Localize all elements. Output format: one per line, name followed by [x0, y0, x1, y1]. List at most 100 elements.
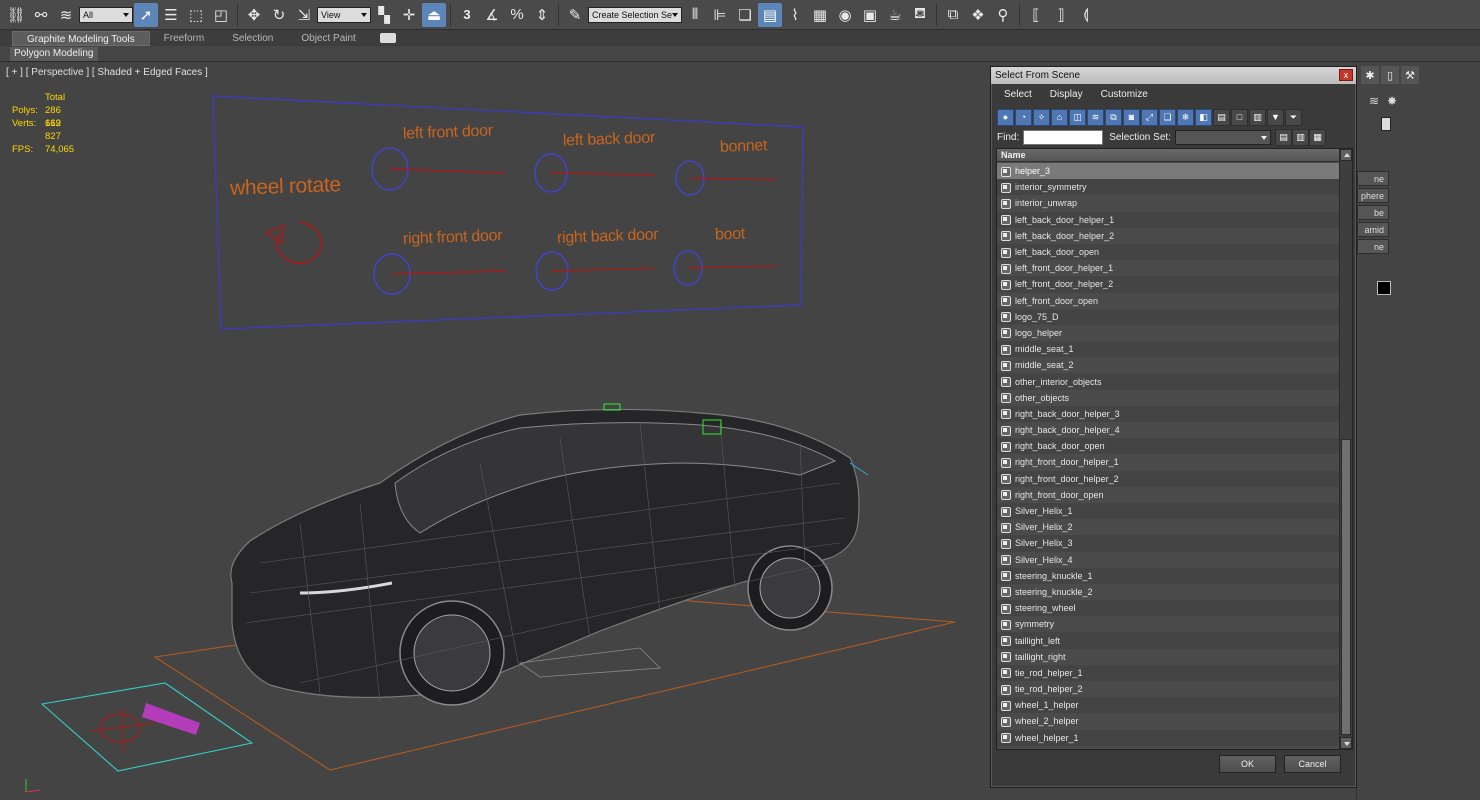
close-icon[interactable]: x — [1339, 69, 1353, 81]
list-item[interactable]: Silver_Helix_3 — [997, 535, 1340, 552]
list-item[interactable]: symmetry — [997, 616, 1340, 633]
list-item[interactable]: Silver_Helix_4 — [997, 551, 1340, 568]
rendered-frame-window-icon[interactable]: ☕ — [883, 3, 907, 27]
helper-label-right-front-door[interactable]: right front door — [403, 227, 503, 248]
pivot-center-icon[interactable]: ▚ — [372, 3, 396, 27]
car-model[interactable] — [230, 403, 869, 706]
scale-icon[interactable]: ⇲ — [292, 3, 316, 27]
list-item[interactable]: left_back_door_open — [997, 243, 1340, 261]
column-header-name[interactable]: Name — [997, 149, 1341, 162]
list-item[interactable]: interior_symmetry — [997, 179, 1340, 196]
list-item[interactable]: Silver_Helix_2 — [997, 519, 1340, 536]
spinner-snap-icon[interactable]: ⇕ — [530, 3, 554, 27]
create-selection-set-icon[interactable]: ▤ — [1274, 128, 1292, 146]
reference-coordinate-dropdown[interactable]: View — [317, 6, 371, 23]
polygon-modeling-tab[interactable]: Polygon Modeling — [10, 47, 98, 61]
tab-object-paint[interactable]: Object Paint — [287, 31, 369, 46]
helper-label-bonnet[interactable]: bonnet — [720, 137, 768, 157]
object-type-button-3[interactable]: be — [1357, 205, 1389, 220]
list-item[interactable]: right_back_door_open — [997, 438, 1340, 455]
list-item[interactable]: left_front_door_open — [997, 292, 1340, 309]
list-item[interactable]: other_objects — [997, 389, 1340, 406]
display-frozen-icon[interactable]: ❄ — [1177, 108, 1194, 126]
move-icon[interactable]: ✥ — [242, 3, 266, 27]
list-item[interactable]: steering_knuckle_1 — [997, 567, 1340, 584]
schematic-view-icon[interactable]: ▦ — [808, 3, 832, 27]
list-item[interactable]: steering_wheel — [997, 600, 1340, 617]
percent-snap-icon[interactable]: % — [505, 3, 529, 27]
helper-label-boot[interactable]: boot — [715, 225, 746, 244]
display-helpers-icon[interactable]: ◫ — [1069, 108, 1086, 126]
select-manipulate-icon[interactable]: ✛ — [397, 3, 421, 27]
menu-customize[interactable]: Customize — [1092, 87, 1157, 103]
list-item[interactable]: middle_seat_1 — [997, 341, 1340, 358]
cancel-button[interactable]: Cancel — [1284, 755, 1341, 773]
list-item[interactable]: left_front_door_helper_2 — [997, 276, 1340, 293]
select-none-icon[interactable]: □ — [1231, 108, 1248, 126]
unlink-icon[interactable]: ⚯ — [29, 3, 53, 27]
display-lights-icon[interactable]: ✧ — [1033, 108, 1050, 126]
select-by-name-icon[interactable]: ☰ — [159, 3, 183, 27]
tab-graphite-modeling-tools[interactable]: Graphite Modeling Tools — [12, 30, 150, 46]
list-item[interactable]: tie_rod_helper_1 — [997, 664, 1340, 681]
list-item[interactable]: wheel_2_helper — [997, 713, 1340, 730]
viewport-label[interactable]: [ + ] [ Perspective ] [ Shaded + Edged F… — [6, 67, 208, 78]
brackets-tool-2-icon[interactable]: ⟧ — [1049, 3, 1073, 27]
display-geometry-icon[interactable]: ● — [997, 108, 1014, 126]
list-item[interactable]: left_back_door_helper_2 — [997, 227, 1340, 244]
selection-filter-dropdown[interactable]: All — [79, 6, 133, 23]
brackets-tool-3-icon[interactable]: ⟬ — [1074, 3, 1098, 27]
list-item[interactable]: taillight_left — [997, 632, 1340, 649]
rectangular-selection-icon[interactable]: ⬚ — [184, 3, 208, 27]
window-crossing-icon[interactable]: ◰ — [209, 3, 233, 27]
scroll-up-icon[interactable] — [1340, 149, 1352, 161]
tab-freeform[interactable]: Freeform — [150, 31, 219, 46]
dialog-title-bar[interactable]: Select From Scene x — [991, 67, 1356, 84]
list-item[interactable]: right_front_door_open — [997, 486, 1340, 503]
modify-tab-icon[interactable]: ▯ — [1381, 66, 1399, 84]
ribbon-options-dropdown[interactable] — [379, 33, 396, 43]
rotate-icon[interactable]: ↻ — [267, 3, 291, 27]
curve-editor-icon[interactable]: ⌇ — [783, 3, 807, 27]
list-item[interactable]: left_front_door_helper_1 — [997, 260, 1340, 277]
manage-layers-icon[interactable]: ❏ — [733, 3, 757, 27]
scene-object-list[interactable]: Name helper_3 interior_symmetry interior_u… — [996, 148, 1353, 750]
named-selection-set-dropdown[interactable]: Create Selection Se — [588, 6, 682, 23]
space-warps-icon[interactable]: ✸ — [1387, 94, 1397, 108]
material-editor-icon[interactable]: ◉ — [833, 3, 857, 27]
helper-label-right-back-door[interactable]: right back door — [557, 226, 659, 248]
list-item[interactable]: right_front_door_helper_2 — [997, 470, 1340, 487]
list-item[interactable]: helper_3 — [997, 163, 1340, 180]
display-containers-icon[interactable]: ❏ — [1159, 108, 1176, 126]
brackets-tool-icon[interactable]: ⟦ — [1024, 3, 1048, 27]
list-item[interactable]: right_back_door_helper_4 — [997, 422, 1340, 439]
display-hidden-icon[interactable]: ◧ — [1195, 108, 1212, 126]
selection-set-dropdown[interactable] — [1174, 129, 1271, 145]
ok-button[interactable]: OK — [1219, 755, 1276, 773]
list-item[interactable]: logo_helper — [997, 324, 1340, 342]
object-type-button-1[interactable]: ne — [1357, 171, 1389, 186]
render-setup-icon[interactable]: ▣ — [858, 3, 882, 27]
snap-toggle-icon[interactable]: 3 — [455, 3, 479, 27]
scroll-thumb[interactable] — [1341, 439, 1351, 735]
filter-options-icon[interactable]: ⏷ — [1285, 108, 1302, 126]
utilities-tab-icon[interactable]: ⚒ — [1401, 66, 1419, 84]
angle-snap-icon[interactable]: ∡ — [480, 3, 504, 27]
container-icon[interactable]: ❖ — [966, 3, 990, 27]
select-all-icon[interactable]: ▤ — [1213, 108, 1230, 126]
scroll-down-icon[interactable] — [1340, 737, 1352, 749]
graphite-toggle-icon[interactable]: ▤ — [758, 2, 782, 27]
edit-named-selection-icon[interactable]: ✎ — [563, 3, 587, 27]
select-invert-icon[interactable]: ▥ — [1249, 108, 1266, 126]
helper-label-left-front-door[interactable]: left front door — [403, 122, 493, 143]
list-item[interactable]: wheel_helper_1 — [997, 729, 1340, 746]
display-bones-icon[interactable]: ⤢ — [1141, 108, 1158, 126]
display-xrefs-icon[interactable]: ◙ — [1123, 108, 1140, 126]
display-space-warps-icon[interactable]: ≋ — [1087, 108, 1104, 126]
asset-tracking-icon[interactable]: ⧉ — [941, 3, 965, 27]
list-item[interactable]: other_interior_objects — [997, 373, 1340, 390]
script-tool-icon[interactable]: ⚲ — [991, 3, 1015, 27]
object-type-button-5[interactable]: ne — [1357, 239, 1389, 254]
list-scrollbar[interactable] — [1339, 149, 1352, 749]
find-input[interactable] — [1023, 129, 1104, 145]
